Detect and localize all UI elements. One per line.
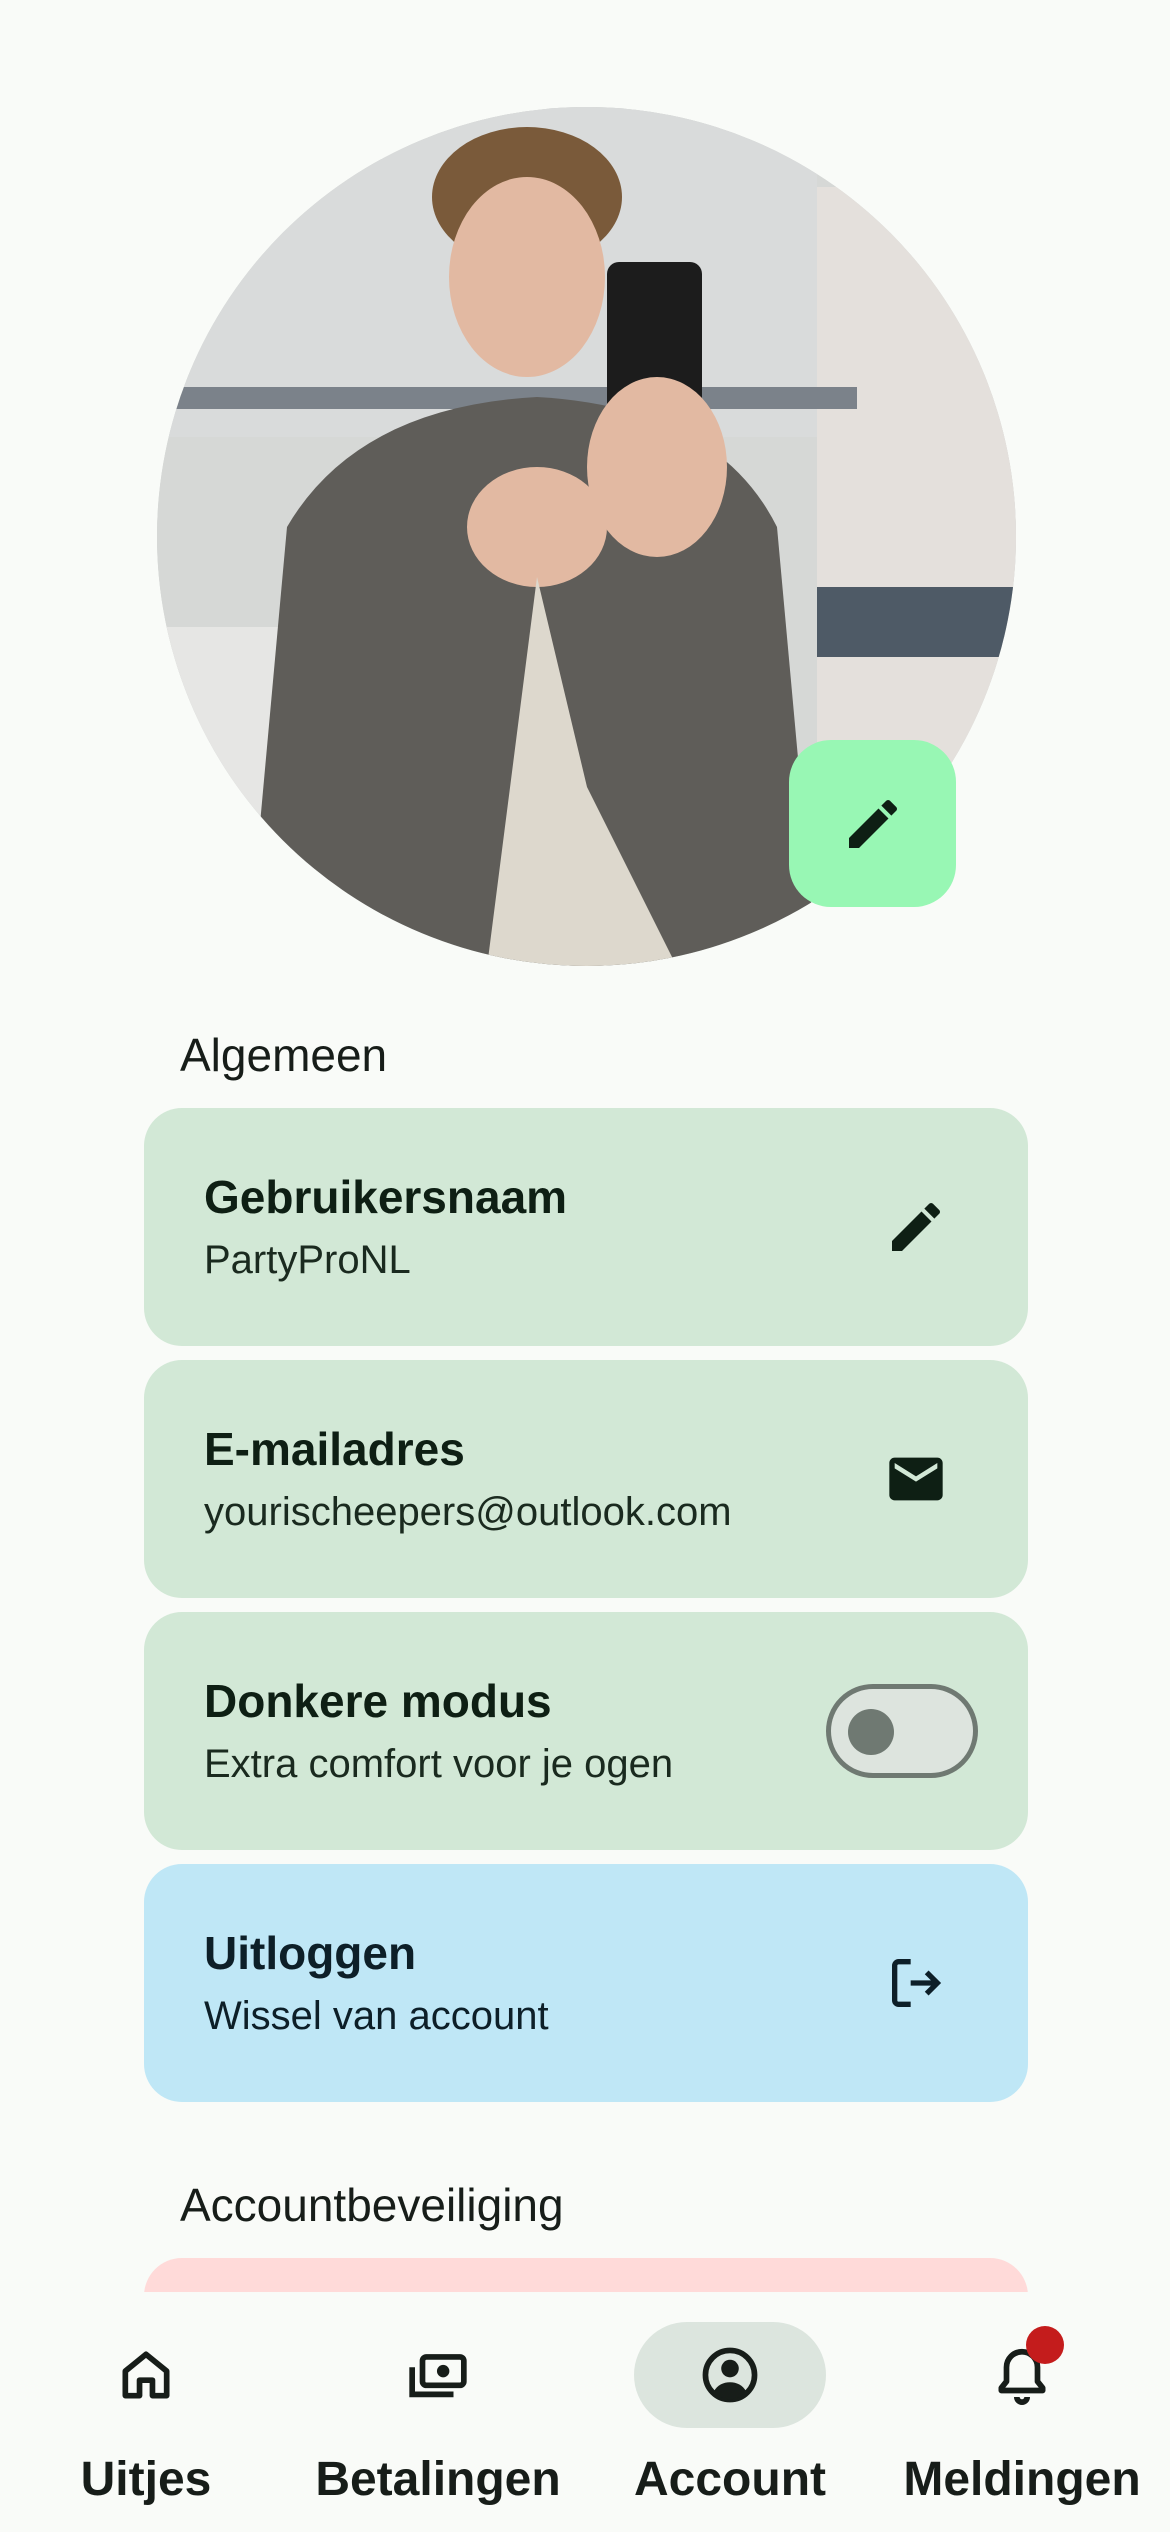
edit-avatar-button[interactable] (789, 740, 956, 907)
nav-item-uitjes[interactable]: Uitjes (0, 2292, 292, 2532)
logout-card[interactable]: Uitloggen Wissel van account (144, 1864, 1028, 2102)
edit-username-button[interactable] (884, 1195, 948, 1259)
email-value: yourischeepers@outlook.com (204, 1490, 732, 1534)
nav-indicator-active (634, 2322, 826, 2428)
nav-label: Uitjes (80, 2453, 212, 2506)
logout-title: Uitloggen (204, 1927, 417, 1979)
email-title: E-mailadres (204, 1423, 465, 1475)
nav-item-betalingen[interactable]: Betalingen (292, 2292, 584, 2532)
email-card[interactable]: E-mailadres yourischeepers@outlook.com (144, 1360, 1028, 1598)
notification-badge (1026, 2326, 1064, 2364)
mail-icon (889, 1457, 943, 1501)
nav-label: Account (634, 2453, 826, 2506)
logout-icon (892, 1959, 942, 2007)
toggle-knob (848, 1709, 894, 1755)
dark-mode-toggle[interactable] (826, 1684, 978, 1778)
bottom-navigation: Uitjes Betalingen Account Meldingen (0, 2292, 1170, 2532)
account-circle-icon (702, 2347, 758, 2403)
username-title: Gebruikersnaam (204, 1171, 568, 1223)
logout-subtitle: Wissel van account (204, 1994, 549, 2038)
profile-avatar-container (157, 107, 1016, 966)
username-value: PartyProNL (204, 1238, 411, 1282)
section-title-general: Algemeen (180, 1029, 388, 1081)
nav-indicator (50, 2322, 242, 2428)
nav-indicator (926, 2322, 1118, 2428)
payments-icon (409, 2354, 467, 2398)
nav-label: Betalingen (315, 2453, 561, 2506)
nav-item-meldingen[interactable]: Meldingen (876, 2292, 1168, 2532)
nav-label: Meldingen (903, 2453, 1141, 2506)
nav-indicator (342, 2322, 534, 2428)
home-icon (122, 2351, 170, 2399)
pencil-icon (848, 799, 897, 848)
dark-mode-subtitle: Extra comfort voor je ogen (204, 1742, 674, 1786)
username-card[interactable]: Gebruikersnaam PartyProNL (144, 1108, 1028, 1346)
nav-item-account[interactable]: Account (584, 2292, 876, 2532)
pencil-icon (892, 1202, 941, 1251)
dark-mode-card[interactable]: Donkere modus Extra comfort voor je ogen (144, 1612, 1028, 1850)
email-button[interactable] (884, 1447, 948, 1511)
section-title-security: Accountbeveiliging (180, 2179, 564, 2231)
logout-button[interactable] (884, 1951, 948, 2015)
dark-mode-title: Donkere modus (204, 1675, 552, 1727)
